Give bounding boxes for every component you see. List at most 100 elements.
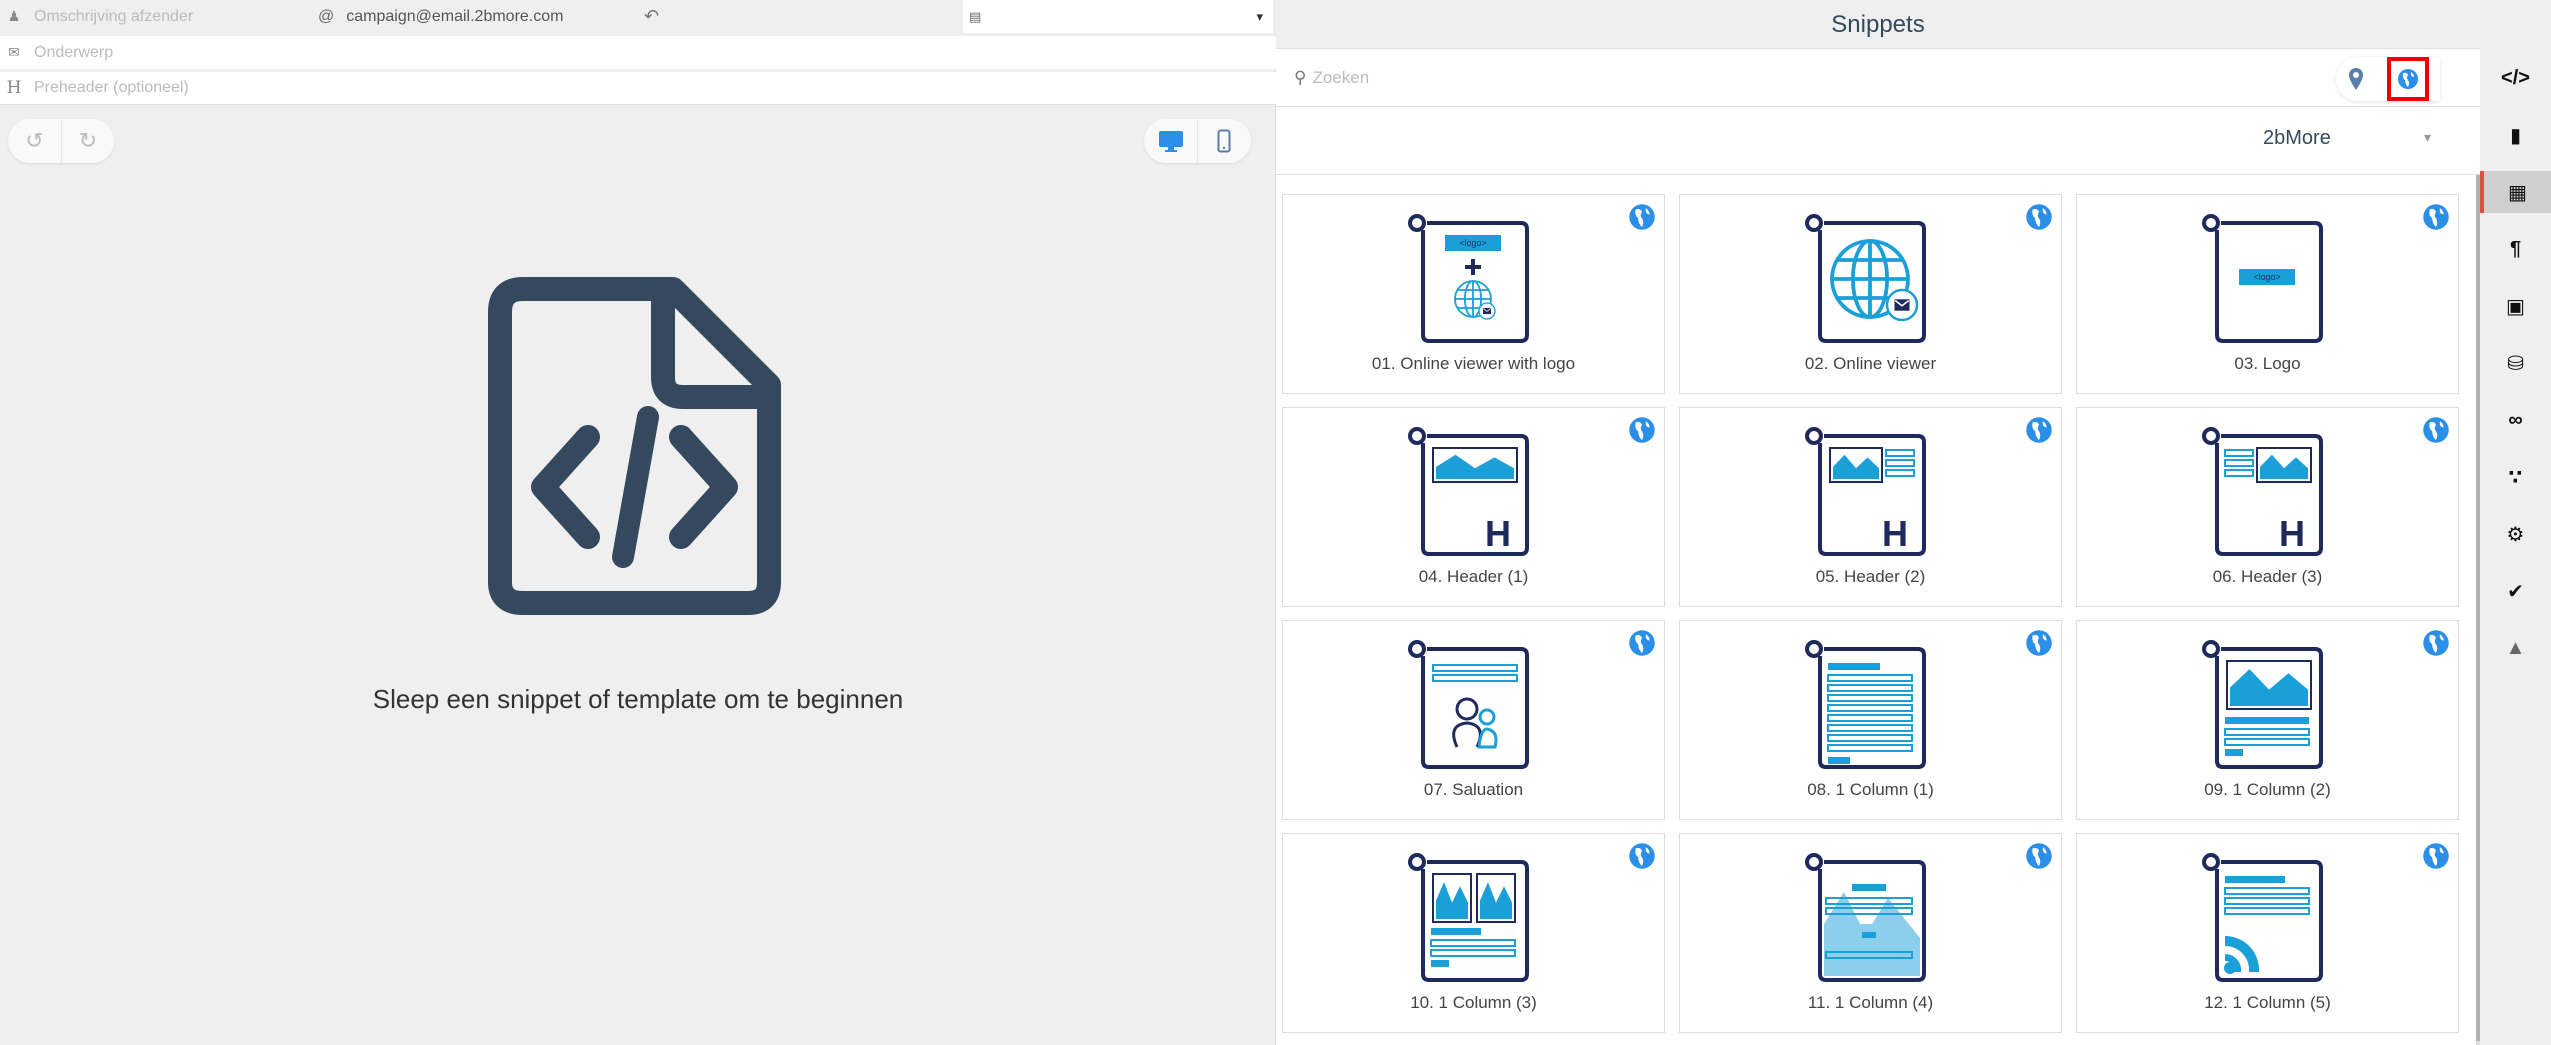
snippet-search[interactable]: ⚲ Zoeken xyxy=(1276,49,2480,107)
snippet-thumbnail-globe-mail xyxy=(1805,214,1926,343)
globe-icon xyxy=(2026,843,2052,869)
location-pin-icon[interactable] xyxy=(2348,67,2364,91)
globe-icon xyxy=(1629,204,1655,230)
redo-button[interactable]: ↻ xyxy=(61,119,114,163)
sidebar-rss-button[interactable]: ∵ xyxy=(2480,456,2551,498)
code-file-icon xyxy=(488,277,781,615)
snippet-thumbnail-header-1: H xyxy=(1408,427,1529,556)
snippet-thumbnail-logo: <logo> xyxy=(2202,214,2323,343)
sidebar-settings-button[interactable]: ⚙ xyxy=(2480,513,2551,555)
snippet-card[interactable]: 02. Online viewer xyxy=(1679,194,2062,394)
snippet-card[interactable]: H 04. Header (1) xyxy=(1282,407,1665,607)
sidebar-page-button[interactable]: ▮ xyxy=(2480,114,2551,156)
snippet-card[interactable]: H 05. Header (2) xyxy=(1679,407,2062,607)
svg-text:H: H xyxy=(1882,513,1908,554)
globe-icon xyxy=(2423,204,2449,230)
contact-card-icon: ▤ xyxy=(969,8,982,24)
snippet-label: 09. 1 Column (2) xyxy=(2204,780,2331,799)
desktop-view-button[interactable] xyxy=(1144,119,1197,163)
sender-email-value: campaign@email.2bmore.com xyxy=(346,7,564,25)
reply-to-icon[interactable]: ↶ xyxy=(644,6,659,27)
link-icon: ∞ xyxy=(2508,408,2523,431)
undo-button[interactable]: ↺ xyxy=(8,119,61,163)
snippets-icon: ▦ xyxy=(2508,181,2527,204)
globe-icon xyxy=(1629,630,1655,656)
sidebar-paragraph-button[interactable]: ¶ xyxy=(2480,228,2551,270)
chevron-down-icon: ▾ xyxy=(1256,8,1263,24)
search-icon: ⚲ xyxy=(1294,67,1307,87)
envelope-icon: ✉ xyxy=(8,44,20,60)
rss-icon: ∵ xyxy=(2508,466,2523,489)
category-value: 2bMore xyxy=(2263,127,2331,149)
global-filter-button[interactable] xyxy=(2386,57,2429,101)
svg-text:H: H xyxy=(2279,513,2305,554)
snippet-label: 05. Header (2) xyxy=(1815,567,1926,586)
subject-input[interactable]: Onderwerp xyxy=(34,44,113,62)
editor-panel: ♟ Omschrijving afzender @ campaign@email.… xyxy=(0,0,1276,1045)
panel-title: Snippets xyxy=(1276,0,2480,49)
flask-icon: ▲ xyxy=(2505,636,2526,659)
snippet-label: 02. Online viewer xyxy=(1804,354,1937,373)
preheader-row[interactable]: H Preheader (optioneel) xyxy=(0,72,1276,105)
sender-profile-select[interactable]: ▤ ▾ xyxy=(963,0,1273,33)
globe-icon xyxy=(2423,630,2449,656)
snippet-label: 12. 1 Column (5) xyxy=(2204,993,2331,1012)
snippet-card[interactable]: 10. 1 Column (3) xyxy=(1282,833,1665,1033)
sidebar-link-button[interactable]: ∞ xyxy=(2480,399,2551,441)
snippet-card[interactable]: <logo> 01. Online viewer with logo xyxy=(1282,194,1665,394)
snippet-thumbnail-logo-plus-globe: <logo> xyxy=(1408,214,1529,343)
paragraph-icon: ¶ xyxy=(2509,237,2522,260)
history-controls: ↺ ↻ xyxy=(8,119,114,163)
heading-icon: H xyxy=(6,78,22,98)
mobile-icon xyxy=(1217,129,1231,153)
sidebar-database-button[interactable]: ⛁ xyxy=(2480,342,2551,384)
svg-text:<logo>: <logo> xyxy=(2254,272,2281,282)
sender-row: ♟ Omschrijving afzender @ campaign@email.… xyxy=(0,0,1276,33)
svg-text:<logo>: <logo> xyxy=(1460,238,1487,248)
empty-canvas-message: Sleep een snippet of template om te begi… xyxy=(372,684,904,714)
sender-name-input[interactable]: Omschrijving afzender xyxy=(34,8,193,26)
snippet-card[interactable]: 07. Saluation xyxy=(1282,620,1665,820)
globe-icon xyxy=(2026,630,2052,656)
desktop-icon xyxy=(1158,131,1183,152)
sidebar-check-button[interactable]: ✔ xyxy=(2480,570,2551,612)
snippet-card[interactable]: 12. 1 Column (5) xyxy=(2076,833,2459,1033)
settings-icon: ⚙ xyxy=(2506,523,2525,546)
mobile-view-button[interactable] xyxy=(1197,119,1250,163)
device-toggle xyxy=(1144,119,1251,163)
globe-icon xyxy=(2423,417,2449,443)
subject-row[interactable]: ✉ Onderwerp xyxy=(0,36,1276,69)
sidebar-flask-button[interactable]: ▲ xyxy=(2480,627,2551,669)
search-input[interactable]: Zoeken xyxy=(1312,68,1369,88)
snippet-thumbnail-column-4 xyxy=(1805,853,1926,982)
snippet-card[interactable]: H 06. Header (3) xyxy=(2076,407,2459,607)
category-select[interactable]: 2bMore ▾ xyxy=(1276,107,2480,175)
snippet-thumbnail-column-5 xyxy=(2202,853,2323,982)
snippet-label: 01. Online viewer with logo xyxy=(1371,354,1576,373)
preheader-input[interactable]: Preheader (optioneel) xyxy=(34,79,189,97)
snippet-thumbnail-column-2 xyxy=(2202,640,2323,769)
snippet-thumbnail-saluation xyxy=(1408,640,1529,769)
sidebar-code-button[interactable]: </> xyxy=(2480,57,2551,99)
snippet-card[interactable]: <logo> 03. Logo xyxy=(2076,194,2459,394)
chevron-down-icon: ▾ xyxy=(2424,129,2432,145)
code-icon: </> xyxy=(2501,66,2530,89)
snippets-panel: Snippets ⚲ Zoeken 2bMore ▾ <logo> 01. On… xyxy=(1276,0,2480,1045)
snippet-label: 04. Header (1) xyxy=(1418,567,1529,586)
sidebar-image-button[interactable]: ▣ xyxy=(2480,285,2551,327)
user-icon: ♟ xyxy=(7,8,21,24)
image-icon: ▣ xyxy=(2506,295,2525,318)
snippet-card[interactable]: 09. 1 Column (2) xyxy=(2076,620,2459,820)
database-icon: ⛁ xyxy=(2507,352,2524,375)
svg-text:H: H xyxy=(1485,513,1511,554)
snippet-label: 11. 1 Column (4) xyxy=(1807,993,1934,1012)
snippet-card[interactable]: 11. 1 Column (4) xyxy=(1679,833,2062,1033)
globe-icon xyxy=(2026,417,2052,443)
sidebar-snippets-button[interactable]: ▦ xyxy=(2480,171,2551,213)
snippet-label: 06. Header (3) xyxy=(2212,567,2323,586)
sender-email[interactable]: @ campaign@email.2bmore.com xyxy=(318,0,563,33)
snippet-thumbnail-header-3: H xyxy=(2202,427,2323,556)
snippet-card[interactable]: 08. 1 Column (1) xyxy=(1679,620,2062,820)
snippet-label: 08. 1 Column (1) xyxy=(1807,780,1934,799)
snippet-thumbnail-header-2: H xyxy=(1805,427,1926,556)
